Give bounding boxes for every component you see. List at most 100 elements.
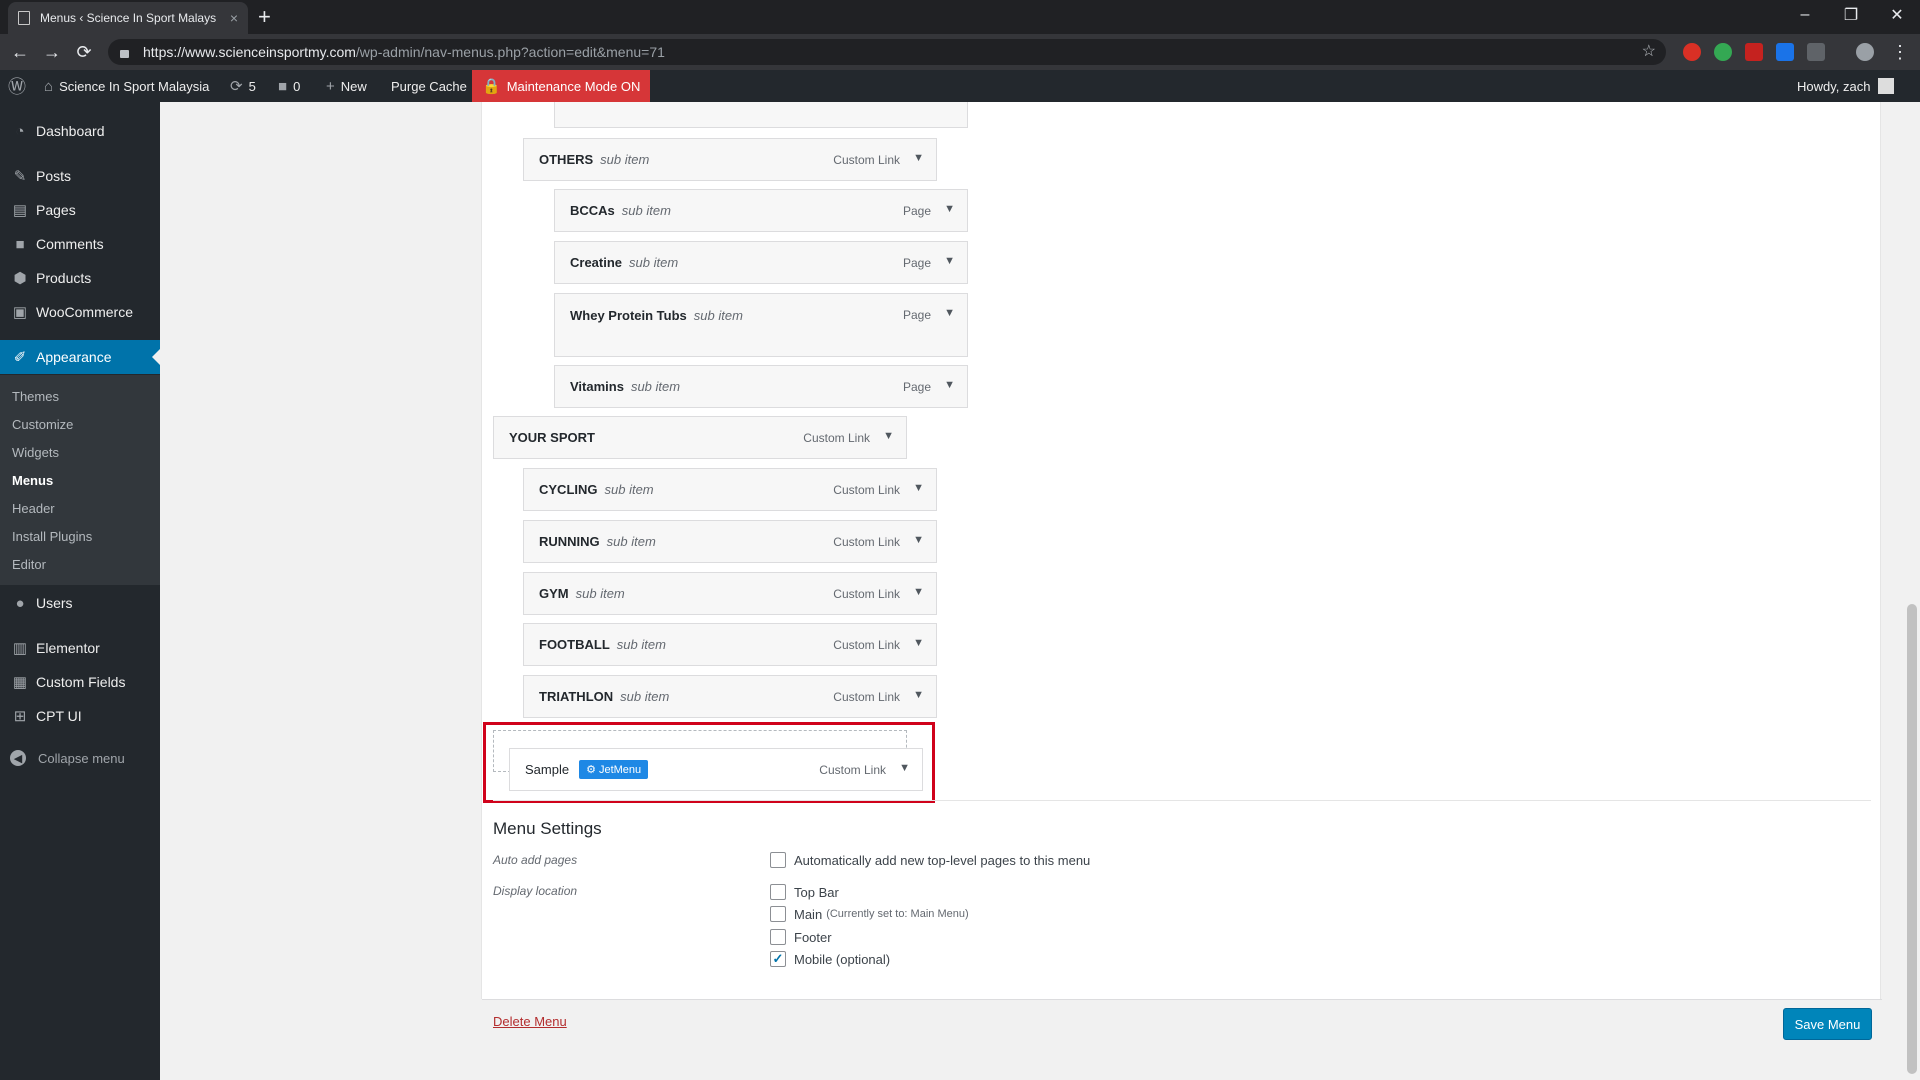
account-menu[interactable]: Howdy, zach <box>1797 70 1895 102</box>
scrollbar-thumb[interactable] <box>1907 604 1917 1074</box>
sidebar-item-users[interactable]: ● Users <box>0 586 160 620</box>
comment-icon: ■ <box>278 77 288 95</box>
menu-item[interactable]: TRIATHLON sub item Custom Link ▼ <box>523 675 937 718</box>
menu-item[interactable]: RUNNING sub item Custom Link ▼ <box>523 520 937 563</box>
comments-count: 0 <box>293 78 301 94</box>
auto-add-checkbox[interactable] <box>770 852 786 868</box>
comment-icon: ■ <box>15 235 25 253</box>
menu-item-title: Sample <box>525 762 570 777</box>
expand-arrow-icon[interactable]: ▼ <box>944 255 955 267</box>
expand-arrow-icon[interactable]: ▼ <box>944 379 955 391</box>
sidebar-item-appearance[interactable]: ✐ Appearance <box>0 340 160 374</box>
menu-footer-divider <box>482 999 1882 1000</box>
updates-link[interactable]: ⟳ 5 <box>230 70 256 102</box>
bookmark-star-icon[interactable]: ☆ <box>1642 41 1656 61</box>
extension-icon[interactable] <box>1714 43 1732 61</box>
jetmenu-badge[interactable]: ⚙ JetMenu <box>579 760 649 779</box>
menu-item[interactable]: Creatine sub item Page ▼ <box>554 241 968 284</box>
sidebar-item-comments[interactable]: ■ Comments <box>0 227 160 261</box>
expand-arrow-icon[interactable]: ▼ <box>883 430 894 442</box>
menu-item-type: Page <box>902 308 931 322</box>
sidebar-item-pages[interactable]: ▤ Pages <box>0 193 160 227</box>
minimize-button[interactable]: – <box>1782 0 1828 30</box>
comments-link[interactable]: ■ 0 <box>278 70 300 102</box>
location-footer[interactable]: Footer <box>770 929 832 945</box>
menu-item-dragging[interactable]: Sample ⚙ JetMenu Custom Link ▼ <box>509 748 923 791</box>
back-button[interactable]: ← <box>8 40 32 64</box>
top-bar-checkbox[interactable] <box>770 884 786 900</box>
expand-arrow-icon[interactable]: ▼ <box>913 152 924 164</box>
expand-arrow-icon[interactable]: ▼ <box>913 689 924 701</box>
location-mobile[interactable]: ✓ Mobile (optional) <box>770 951 890 967</box>
menu-item[interactable]: GYM sub item Custom Link ▼ <box>523 572 937 615</box>
close-window-button[interactable]: ✕ <box>1874 0 1920 30</box>
expand-arrow-icon[interactable]: ▼ <box>913 637 924 649</box>
plus-icon: + <box>326 77 335 95</box>
location-main[interactable]: Main (Currently set to: Main Menu) <box>770 906 969 922</box>
new-tab-button[interactable]: + <box>258 4 271 30</box>
expand-arrow-icon[interactable]: ▼ <box>944 203 955 215</box>
wordpress-logo-icon[interactable]: Ⓦ <box>8 70 32 102</box>
sidebar-item-cpt-ui[interactable]: ⊞ CPT UI <box>0 699 160 733</box>
maintenance-mode-link[interactable]: 🔒 Maintenance Mode ON <box>472 70 651 102</box>
location-note: (Currently set to: Main Menu) <box>826 908 969 920</box>
purge-cache-link[interactable]: Purge Cache <box>391 70 467 102</box>
forward-button[interactable]: → <box>40 40 64 64</box>
sidebar-item-dashboard[interactable]: ◔ Dashboard <box>0 114 160 148</box>
menu-item[interactable]: Vitamins sub item Page ▼ <box>554 365 968 408</box>
submenu-install-plugins[interactable]: Install Plugins <box>12 529 92 544</box>
collapse-menu-button[interactable]: ◀ Collapse menu <box>10 750 125 766</box>
extension-icon[interactable] <box>1683 43 1701 61</box>
main-checkbox[interactable] <box>770 906 786 922</box>
menu-item[interactable]: FOOTBALL sub item Custom Link ▼ <box>523 623 937 666</box>
menu-item[interactable]: CYCLING sub item Custom Link ▼ <box>523 468 937 511</box>
profile-avatar[interactable] <box>1856 43 1874 61</box>
jetmenu-label: JetMenu <box>598 763 642 776</box>
extension-icon[interactable] <box>1776 43 1794 61</box>
extension-icon[interactable] <box>1807 43 1825 61</box>
expand-arrow-icon[interactable]: ▼ <box>913 586 924 598</box>
mobile-checkbox[interactable]: ✓ <box>770 951 786 967</box>
menu-item[interactable]: YOUR SPORT Custom Link ▼ <box>493 416 907 459</box>
submenu-widgets[interactable]: Widgets <box>12 445 59 460</box>
menu-item[interactable]: BCCAs sub item Page ▼ <box>554 189 968 232</box>
browser-tab[interactable]: Menus ‹ Science In Sport Malays × <box>8 2 248 34</box>
browser-menu-icon[interactable]: ⋮ <box>1888 40 1912 64</box>
expand-arrow-icon[interactable]: ▼ <box>913 482 924 494</box>
tab-close-icon[interactable]: × <box>230 10 238 26</box>
sidebar-item-posts[interactable]: ✎ Posts <box>0 159 160 193</box>
submenu-themes[interactable]: Themes <box>12 389 59 404</box>
sidebar-item-woocommerce[interactable]: ▣ WooCommerce <box>0 295 160 329</box>
expand-arrow-icon[interactable]: ▼ <box>913 534 924 546</box>
submenu-header[interactable]: Header <box>12 501 55 516</box>
sidebar-item-elementor[interactable]: ▥ Elementor <box>0 631 160 665</box>
submenu-menus[interactable]: Menus <box>12 473 53 488</box>
sidebar-item-custom-fields[interactable]: ▦ Custom Fields <box>0 665 160 699</box>
submenu-customize[interactable]: Customize <box>12 417 73 432</box>
sidebar-item-products[interactable]: ⬢ Products <box>0 261 160 295</box>
page-scrollbar[interactable] <box>1904 102 1920 1080</box>
display-location-label: Display location <box>493 884 578 898</box>
delete-menu-link[interactable]: Delete Menu <box>493 1014 567 1029</box>
new-content-link[interactable]: + New <box>326 70 367 102</box>
extension-icon[interactable] <box>1745 43 1763 61</box>
box-icon: ⬢ <box>13 270 27 287</box>
save-menu-button[interactable]: Save Menu <box>1783 1008 1872 1040</box>
footer-checkbox[interactable] <box>770 929 786 945</box>
sidebar-item-label: CPT UI <box>36 708 82 724</box>
address-bar[interactable]: https://www.scienceinsportmy.com/wp-admi… <box>108 39 1666 65</box>
menu-item[interactable]: Whey Protein Tubs sub item Page ▼ <box>554 293 968 357</box>
reload-button[interactable]: ⟳ <box>72 40 96 64</box>
menu-item-subtitle: sub item <box>604 482 654 497</box>
expand-arrow-icon[interactable]: ▼ <box>899 762 910 774</box>
menu-item-title: YOUR SPORT <box>509 430 595 445</box>
gear-icon: ⚙ <box>586 764 596 776</box>
restore-button[interactable]: ❐ <box>1828 0 1874 30</box>
submenu-editor[interactable]: Editor <box>12 557 46 572</box>
location-label: Main <box>794 906 823 922</box>
site-name-link[interactable]: ⌂ Science In Sport Malaysia <box>44 70 209 102</box>
location-top-bar[interactable]: Top Bar <box>770 884 839 900</box>
menu-item[interactable]: OTHERS sub item Custom Link ▼ <box>523 138 937 181</box>
expand-arrow-icon[interactable]: ▼ <box>944 307 955 319</box>
auto-add-option[interactable]: Automatically add new top-level pages to… <box>770 852 1090 868</box>
